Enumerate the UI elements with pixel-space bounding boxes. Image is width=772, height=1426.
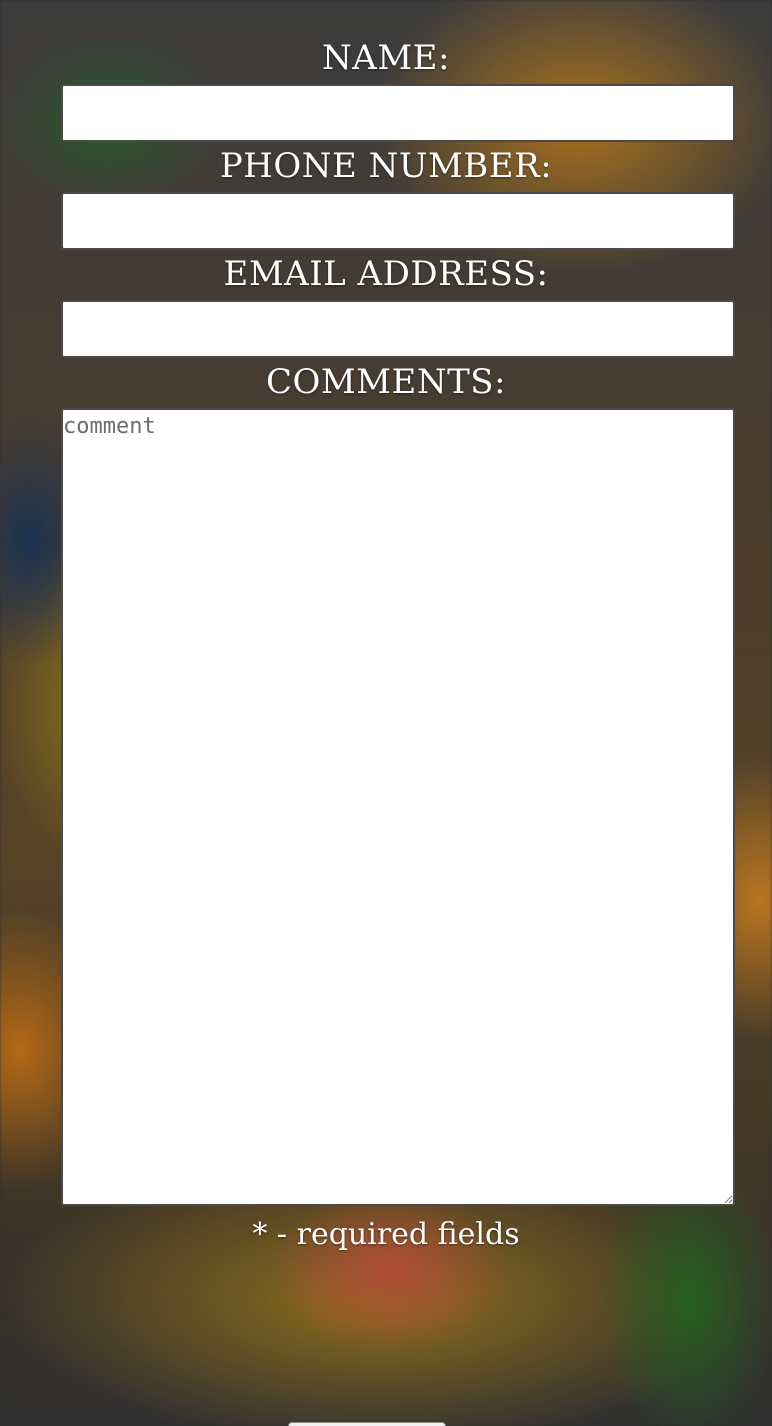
required-fields-note: * - required fields: [252, 1217, 520, 1252]
phone-input[interactable]: [61, 192, 735, 250]
name-input[interactable]: [61, 84, 735, 142]
name-label: NAME:: [322, 38, 450, 78]
comments-textarea[interactable]: [61, 408, 735, 1206]
submit-button[interactable]: [288, 1422, 446, 1426]
email-label: EMAIL ADDRESS:: [223, 254, 549, 294]
comments-label: COMMENTS:: [265, 362, 506, 402]
phone-label: PHONE NUMBER:: [219, 146, 553, 186]
email-input[interactable]: [61, 300, 735, 358]
